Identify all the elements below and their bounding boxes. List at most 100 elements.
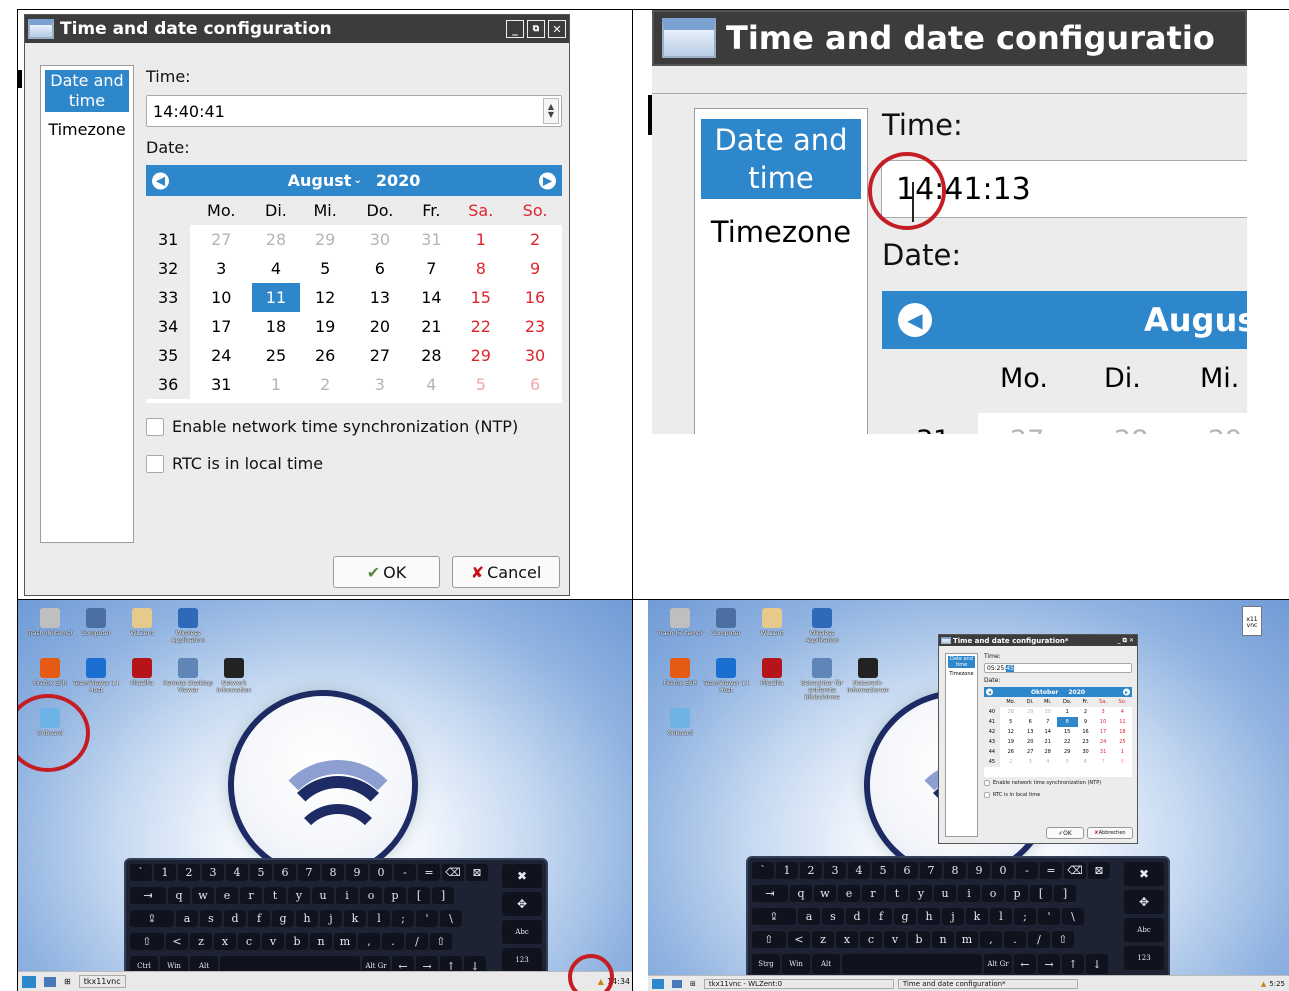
x11vnc-badge[interactable]: x11 vnc (1242, 606, 1262, 636)
key[interactable]: 9 (346, 864, 368, 881)
key[interactable]: r (862, 885, 884, 902)
key[interactable]: Win (782, 954, 810, 974)
key[interactable]: 6 (896, 862, 918, 879)
key[interactable]: w (814, 885, 836, 902)
key[interactable]: Alt Gr (984, 954, 1012, 974)
desktop-icon-onboard[interactable]: Onboard (654, 708, 706, 737)
key[interactable]: ⇪ (130, 910, 174, 927)
key[interactable]: w (192, 887, 214, 904)
calendar-day[interactable]: 18 (1113, 727, 1132, 737)
key[interactable]: , (980, 931, 1002, 948)
key[interactable]: k (966, 908, 988, 925)
key[interactable]: a (176, 910, 198, 927)
key[interactable]: ⌫ (442, 864, 464, 881)
key[interactable]: ' (416, 910, 438, 927)
key[interactable]: ⇧ (1052, 931, 1074, 948)
key[interactable]: n (932, 931, 954, 948)
key[interactable]: v (884, 931, 906, 948)
calendar-day[interactable]: 24 (190, 341, 252, 370)
key[interactable]: x (836, 931, 858, 948)
rtc-checkbox-box[interactable] (146, 454, 164, 473)
key[interactable]: 5 (872, 862, 894, 879)
ntp-checkbox[interactable]: Enable network time synchronization (NTP… (146, 417, 518, 436)
zoom-sidebar-timezone[interactable]: Timezone (695, 215, 867, 249)
key[interactable]: ✥ (502, 892, 542, 916)
key[interactable]: ⇧ (430, 933, 452, 950)
desktop-icon-wireless-application[interactable]: Wireless Application (162, 608, 214, 644)
key[interactable]: ` (130, 864, 152, 881)
close-button[interactable]: ✕ (548, 20, 566, 38)
taskbar-item-tkx11vnc[interactable]: tkx11vnc (78, 975, 126, 988)
calendar-day[interactable]: 10 (1093, 717, 1112, 727)
key[interactable]: \ (440, 910, 462, 927)
calendar-day[interactable]: 7 (1039, 717, 1057, 727)
calendar-day[interactable]: 30 (508, 341, 562, 370)
calendar-day[interactable]: 4 (1039, 757, 1057, 767)
calendar-day[interactable]: 21 (1039, 737, 1057, 747)
zoom-sidebar-date-and-time[interactable]: Date and time (701, 119, 861, 199)
key[interactable]: z (190, 933, 212, 950)
key[interactable]: < (166, 933, 188, 950)
key[interactable]: a (798, 908, 820, 925)
calendar-day[interactable]: 29 (1057, 747, 1078, 757)
calendar-day[interactable]: 28 (409, 341, 453, 370)
calendar-day[interactable]: 1 (1057, 707, 1078, 717)
calendar-day[interactable]: 5 (1000, 717, 1022, 727)
key[interactable]: 0 (992, 862, 1014, 879)
cancel-button[interactable]: ✘ Cancel (452, 556, 560, 588)
key[interactable]: x (214, 933, 236, 950)
calendar-day[interactable]: 13 (1022, 727, 1039, 737)
key[interactable]: s (200, 910, 222, 927)
calendar-day[interactable]: 21 (409, 312, 453, 341)
key[interactable]: 2 (800, 862, 822, 879)
time-spinner[interactable]: ▲ ▼ (543, 98, 559, 124)
calendar-day[interactable]: 3 (190, 254, 252, 283)
calendar-day[interactable]: 6 (1022, 717, 1039, 727)
key[interactable]: ' (1038, 908, 1060, 925)
calendar-day[interactable]: 28 (252, 225, 300, 254)
key[interactable]: 3 (824, 862, 846, 879)
key[interactable]: t (886, 885, 908, 902)
calendar-day[interactable]: 3 (1022, 757, 1039, 767)
key[interactable]: ↑ (1062, 954, 1084, 974)
calendar-day[interactable]: 28 (1000, 707, 1022, 717)
key[interactable]: h (918, 908, 940, 925)
calendar-year[interactable]: 2020 (376, 171, 421, 190)
menu-icon[interactable] (652, 978, 664, 989)
key[interactable]: k (344, 910, 366, 927)
key[interactable]: p (1006, 885, 1028, 902)
calendar-day[interactable]: 1 (1113, 747, 1132, 757)
calendar-day[interactable]: 14 (409, 283, 453, 312)
mini-sidebar-timezone[interactable]: Timezone (946, 671, 977, 677)
calendar-day[interactable]: 7 (409, 254, 453, 283)
calendar-day[interactable]: 30 (1039, 707, 1057, 717)
mini-time-input[interactable]: 05:25: 45 (984, 663, 1132, 673)
desktop-icon-network-information[interactable]: Network Information (208, 658, 260, 694)
calendar-day[interactable]: 5 (1057, 757, 1078, 767)
key[interactable]: l (990, 908, 1012, 925)
zoom-prev-month-icon[interactable]: ◀ (898, 303, 932, 337)
calendar-day[interactable]: 6 (508, 370, 562, 399)
desktop-icon-teamviewer-14-host[interactable]: TeamViewer 14 Host (70, 658, 122, 694)
calendar-day[interactable]: 1 (454, 225, 509, 254)
calendar-day[interactable]: 29 (1022, 707, 1039, 717)
maximize-button[interactable]: ⧉ (527, 20, 545, 38)
key[interactable]: 1 (154, 864, 176, 881)
desktop-icon-betrachter-f-r-entfernte-bildschirme[interactable]: Betrachter für entfernte Bildschirme (796, 658, 848, 701)
key[interactable]: ⊠ (466, 864, 488, 881)
key[interactable]: s (822, 908, 844, 925)
calendar-day[interactable]: 4 (1113, 707, 1132, 717)
calendar-day[interactable]: 11 (1113, 717, 1132, 727)
key[interactable]: i (336, 887, 358, 904)
key[interactable]: < (788, 931, 810, 948)
key[interactable]: 3 (202, 864, 224, 881)
calendar-day[interactable]: 5 (454, 370, 509, 399)
calendar-day[interactable]: 1 (252, 370, 300, 399)
onboard-keyboard[interactable]: ` 1 2 3 4 5 6 7 8 9 0- = ⌫ ⊠ ⇥ q w e r t y u i o p[] ⇪ a s d f g h j k l; '… (124, 858, 548, 984)
calendar-day[interactable]: 3 (351, 370, 410, 399)
key[interactable]: - (394, 864, 416, 881)
key[interactable]: p (384, 887, 406, 904)
key[interactable]: o (982, 885, 1004, 902)
key[interactable]: ✥ (1124, 890, 1164, 914)
key[interactable]: 7 (298, 864, 320, 881)
